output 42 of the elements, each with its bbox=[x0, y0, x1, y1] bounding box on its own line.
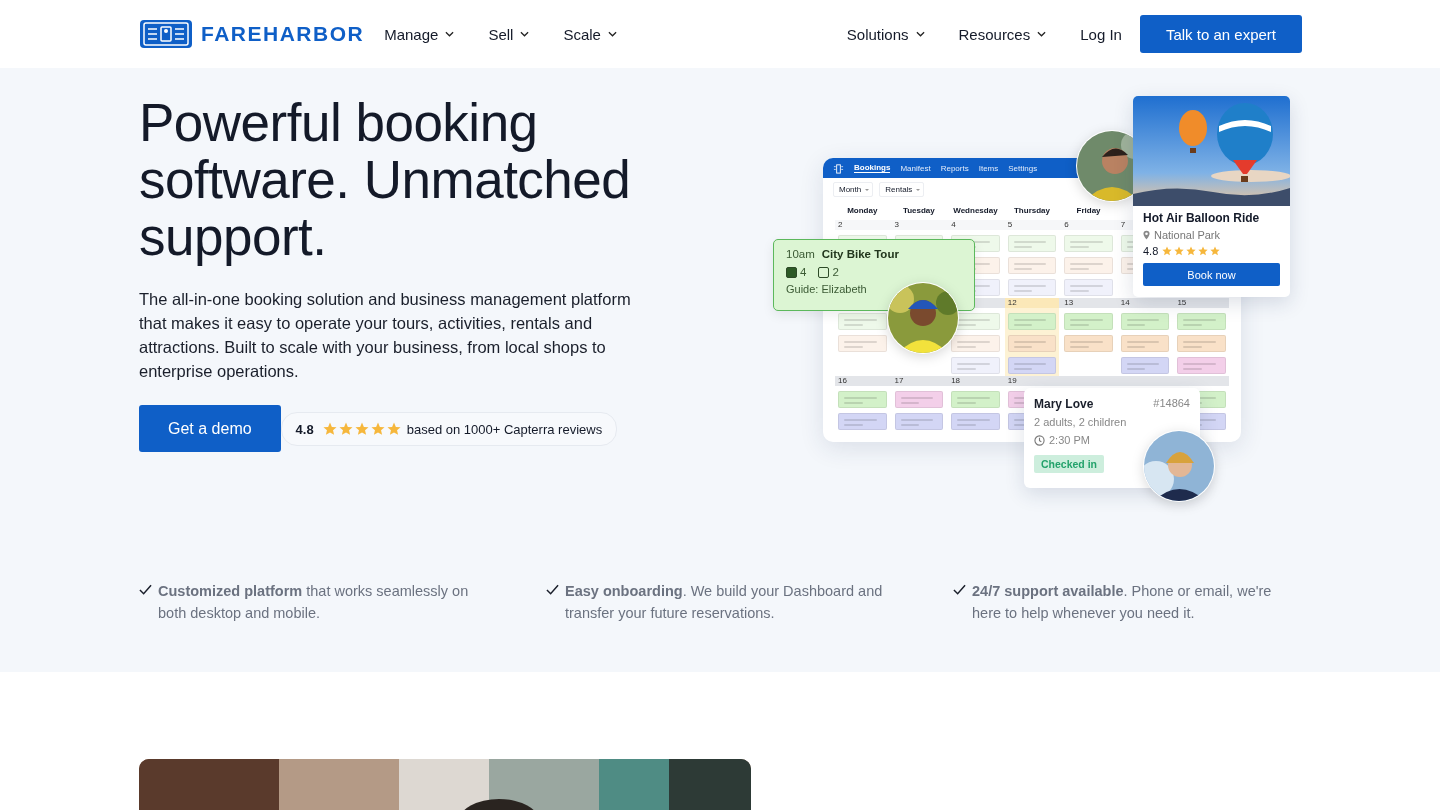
calendar-tab[interactable]: Reports bbox=[940, 163, 969, 173]
hero-heading: Powerful booking software. Unmatched support. bbox=[139, 92, 632, 265]
guide-label: Guide: Elizabeth bbox=[786, 283, 868, 295]
weekday-label: Tuesday bbox=[901, 205, 936, 215]
calendar-tab[interactable]: Manifest bbox=[900, 163, 931, 173]
hero-description: The all-in-one booking solution and business management platform that makes it easy to operate your tours, activities, rentals and attractions. Built to scale with your business, from local shops to enterprise operations. bbox=[139, 289, 632, 382]
filter-dropdown[interactable]: Month bbox=[833, 181, 874, 197]
date-cell: 12 bbox=[1004, 298, 1060, 308]
listing-score: 4.8 bbox=[1143, 245, 1159, 257]
logo-wordmark[interactable]: FAREHARBOR bbox=[201, 22, 365, 46]
weekday-label: Wednesday bbox=[952, 205, 999, 215]
rating-score: 4.8 bbox=[295, 421, 314, 437]
listing-location: National Park bbox=[1154, 229, 1221, 241]
feature-text: Easy onboarding. We build your Dashboard and transfer your future reservations. bbox=[565, 582, 884, 623]
calendar-tab[interactable]: Settings bbox=[1008, 163, 1038, 173]
feature-text: 24/7 support available. Phone or email, we're here to help whenever you need it. bbox=[972, 582, 1273, 623]
weekday-label: Monday bbox=[846, 205, 879, 215]
nav-link[interactable]: Manage bbox=[384, 25, 455, 43]
nav-link[interactable]: Solutions bbox=[846, 25, 925, 43]
count-label: 4 bbox=[800, 266, 807, 278]
calendar-tab[interactable]: Bookings bbox=[854, 163, 891, 173]
book-now-button[interactable]: Book now bbox=[1143, 263, 1280, 286]
nav-link[interactable]: Resources bbox=[958, 25, 1047, 43]
nav-link[interactable]: Sell bbox=[488, 25, 530, 43]
talk-to-expert-button[interactable]: Talk to an expert bbox=[1139, 15, 1302, 53]
calendar-tab[interactable]: Items bbox=[978, 163, 999, 173]
party-size: 2 adults, 2 children bbox=[1034, 416, 1128, 428]
filter-dropdown[interactable]: Rentals bbox=[879, 181, 925, 197]
rating-text: based on 1000+ Capterra reviews bbox=[406, 421, 603, 437]
weekday-label: Thursday bbox=[1013, 205, 1051, 215]
nav-link[interactable]: Scale bbox=[563, 25, 617, 43]
weekday-label: Friday bbox=[1075, 205, 1102, 215]
count-label: 2 bbox=[832, 266, 839, 278]
booking-time: 2:30 PM bbox=[1049, 434, 1090, 446]
get-demo-button[interactable]: Get a demo bbox=[139, 405, 281, 452]
nav-link[interactable]: Log In bbox=[1080, 25, 1122, 43]
status-badge: Checked in bbox=[1034, 455, 1105, 473]
feature-text: Customized platform that works seamlessly on both desktop and mobile. bbox=[158, 582, 470, 623]
tour-title: City Bike Tour bbox=[821, 248, 899, 260]
booking-number: #14864 bbox=[1153, 397, 1190, 411]
guest-name: Mary Love bbox=[1034, 397, 1094, 411]
tour-time: 10am bbox=[786, 248, 815, 260]
